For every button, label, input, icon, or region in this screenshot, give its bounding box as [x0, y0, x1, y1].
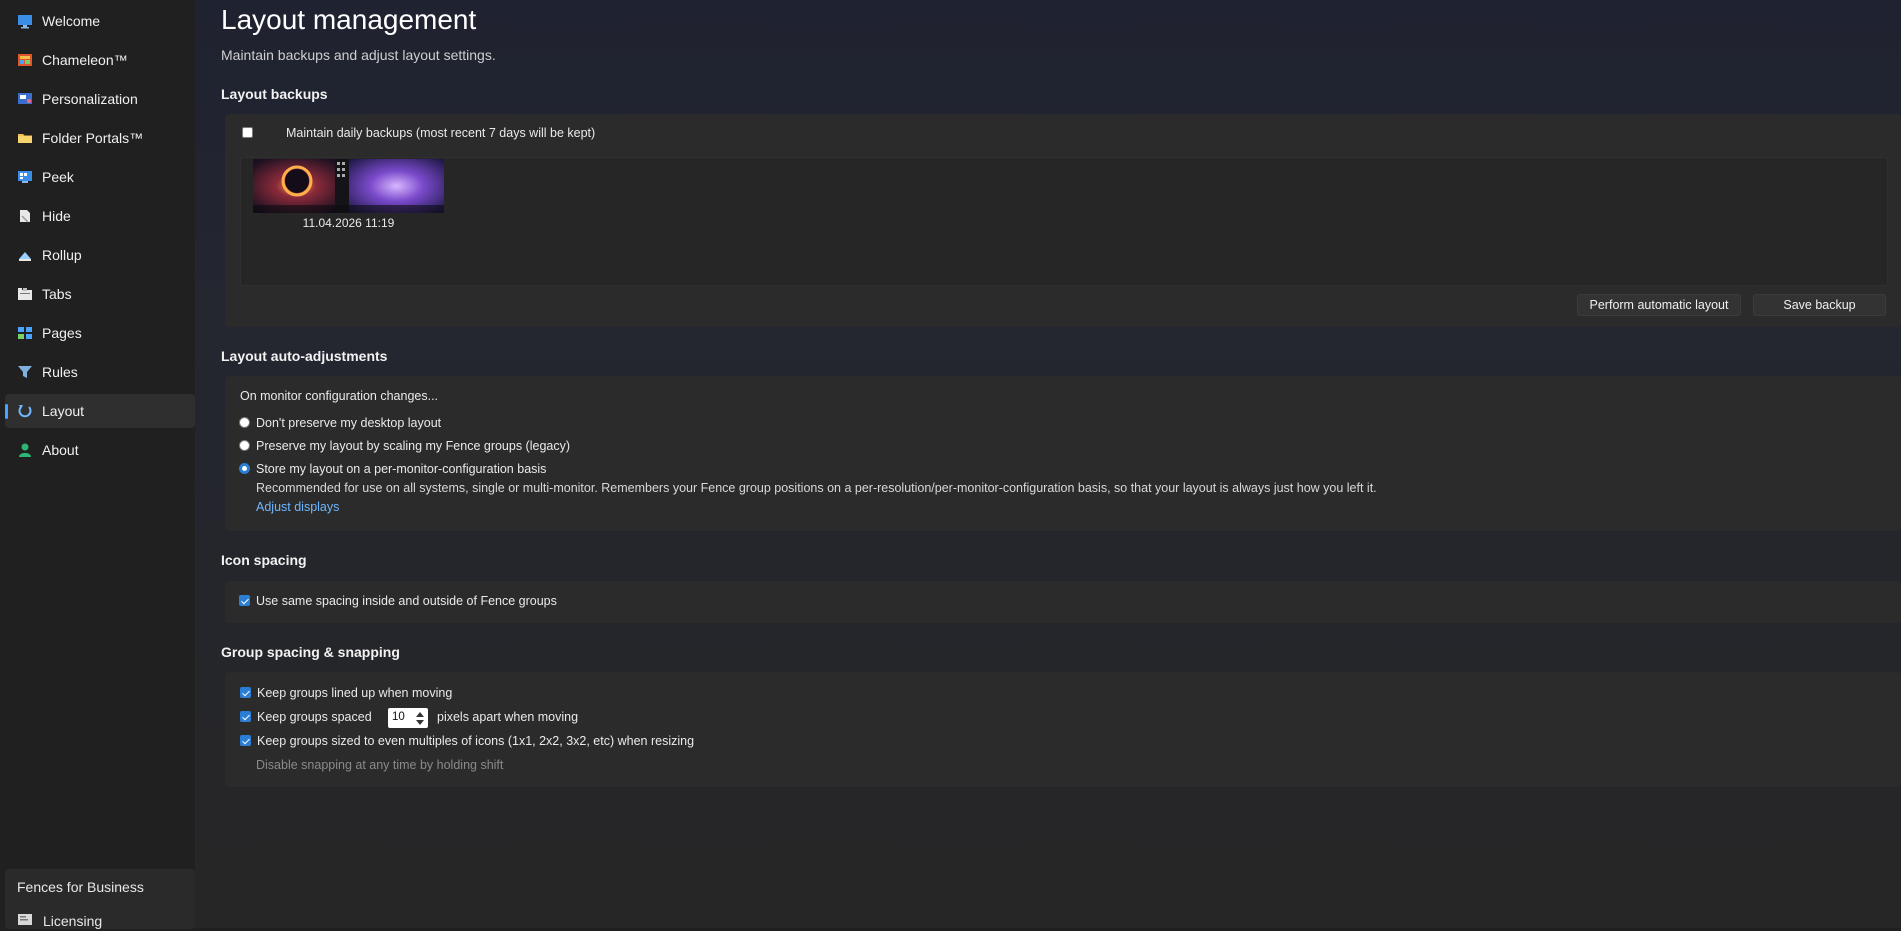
radio-per-monitor-label: Store my layout on a per-monitor-configu… — [256, 462, 547, 476]
filter-icon — [17, 364, 33, 380]
section-title-auto-adjustments: Layout auto-adjustments — [221, 348, 388, 364]
sidebar-item-rules[interactable]: Rules — [5, 355, 195, 389]
same-spacing-label: Use same spacing inside and outside of F… — [256, 594, 557, 608]
sidebar-item-label: Rules — [42, 364, 78, 380]
lined-up-checkbox[interactable] — [240, 687, 251, 698]
sidebar-item-peek[interactable]: Peek — [5, 160, 195, 194]
sidebar-item-label: Tabs — [42, 286, 72, 302]
backups-card: Maintain daily backups (most recent 7 da… — [225, 114, 1901, 327]
business-title: Fences for Business — [17, 879, 144, 895]
lined-up-label: Keep groups lined up when moving — [257, 686, 453, 700]
backup-thumbnail[interactable] — [253, 159, 444, 213]
same-spacing-checkbox[interactable] — [239, 595, 250, 606]
sidebar-item-label: Peek — [42, 169, 74, 185]
sidebar-item-label: Pages — [42, 325, 82, 341]
daily-backups-label: Maintain daily backups (most recent 7 da… — [286, 126, 596, 140]
sidebar-item-label: Licensing — [43, 913, 103, 929]
sidebar-item-layout[interactable]: Layout — [5, 394, 195, 428]
per-monitor-description: Recommended for use on all systems, sing… — [256, 481, 1377, 495]
stepper-down-icon[interactable] — [414, 718, 426, 726]
personalization-icon — [17, 91, 33, 107]
page-title: Layout management — [221, 4, 477, 35]
spaced-checkbox[interactable] — [240, 711, 251, 722]
tabs-icon — [17, 286, 33, 302]
pages-icon — [17, 325, 33, 341]
sidebar-item-hide[interactable]: Hide — [5, 199, 195, 233]
auto-adjust-card: On monitor configuration changes... Don'… — [225, 376, 1901, 531]
sidebar-item-tabs[interactable]: Tabs — [5, 277, 195, 311]
adjust-displays-link[interactable]: Adjust displays — [256, 500, 339, 514]
sidebar-item-folder-portals[interactable]: Folder Portals™ — [5, 121, 195, 155]
radio-dont-preserve[interactable] — [239, 417, 250, 428]
sidebar-item-personalization[interactable]: Personalization — [5, 82, 195, 116]
sidebar-item-label: Chameleon™ — [42, 52, 128, 68]
radio-per-monitor[interactable] — [239, 463, 250, 474]
folder-icon — [17, 130, 33, 146]
main-content: Layout management Maintain backups and a… — [195, 0, 1901, 928]
sized-label: Keep groups sized to even multiples of i… — [257, 734, 695, 748]
sidebar-item-about[interactable]: About — [5, 433, 195, 467]
business-panel: Fences for Business Licensing — [5, 869, 195, 929]
save-backup-button[interactable]: Save backup — [1753, 294, 1886, 316]
backup-timestamp: 11.04.2026 11:19 — [302, 216, 395, 230]
group-spacing-card: Keep groups lined up when moving Keep gr… — [225, 672, 1901, 787]
sidebar: Welcome Chameleon™ Personalization Folde… — [0, 0, 195, 929]
perform-automatic-layout-button[interactable]: Perform automatic layout — [1577, 294, 1741, 316]
daily-backups-checkbox[interactable] — [242, 127, 253, 138]
sidebar-item-licensing[interactable]: Licensing — [17, 911, 102, 931]
stepper-up-icon[interactable] — [414, 710, 426, 718]
sidebar-item-label: Hide — [42, 208, 71, 224]
spacing-stepper[interactable]: 10 — [388, 708, 428, 728]
snapping-hint: Disable snapping at any time by holding … — [256, 758, 504, 772]
radio-preserve-scaling[interactable] — [239, 440, 250, 451]
sidebar-item-label: About — [42, 442, 79, 458]
section-title-group-spacing: Group spacing & snapping — [221, 644, 400, 660]
sized-checkbox[interactable] — [240, 735, 251, 746]
sidebar-item-label: Rollup — [42, 247, 82, 263]
spacing-value: 10 — [392, 711, 405, 723]
monitor-change-intro: On monitor configuration changes... — [240, 389, 439, 403]
layout-icon — [17, 403, 33, 419]
sidebar-item-welcome[interactable]: Welcome — [5, 4, 195, 38]
radio-preserve-scaling-label: Preserve my layout by scaling my Fence g… — [256, 439, 571, 453]
section-title-backups: Layout backups — [221, 86, 328, 102]
chameleon-icon — [17, 52, 33, 68]
page-subtitle: Maintain backups and adjust layout setti… — [221, 47, 496, 63]
sidebar-item-chameleon[interactable]: Chameleon™ — [5, 43, 195, 77]
sidebar-item-rollup[interactable]: Rollup — [5, 238, 195, 272]
icon-spacing-card: Use same spacing inside and outside of F… — [225, 581, 1901, 623]
spaced-suffix: pixels apart when moving — [437, 710, 579, 724]
sidebar-item-label: Folder Portals™ — [42, 130, 144, 146]
sidebar-item-label: Layout — [42, 403, 85, 419]
section-title-icon-spacing: Icon spacing — [221, 552, 307, 568]
radio-dont-preserve-label: Don't preserve my desktop layout — [256, 416, 442, 430]
hide-icon — [17, 208, 33, 224]
monitor-icon — [17, 13, 33, 29]
backup-list[interactable]: 11.04.2026 11:19 — [240, 157, 1888, 286]
person-icon — [17, 442, 33, 458]
sidebar-item-label: Welcome — [42, 13, 101, 29]
sidebar-item-pages[interactable]: Pages — [5, 316, 195, 350]
rollup-icon — [17, 247, 33, 263]
spaced-label: Keep groups spaced — [257, 710, 372, 724]
sidebar-item-label: Personalization — [42, 91, 138, 107]
peek-icon — [17, 169, 33, 185]
